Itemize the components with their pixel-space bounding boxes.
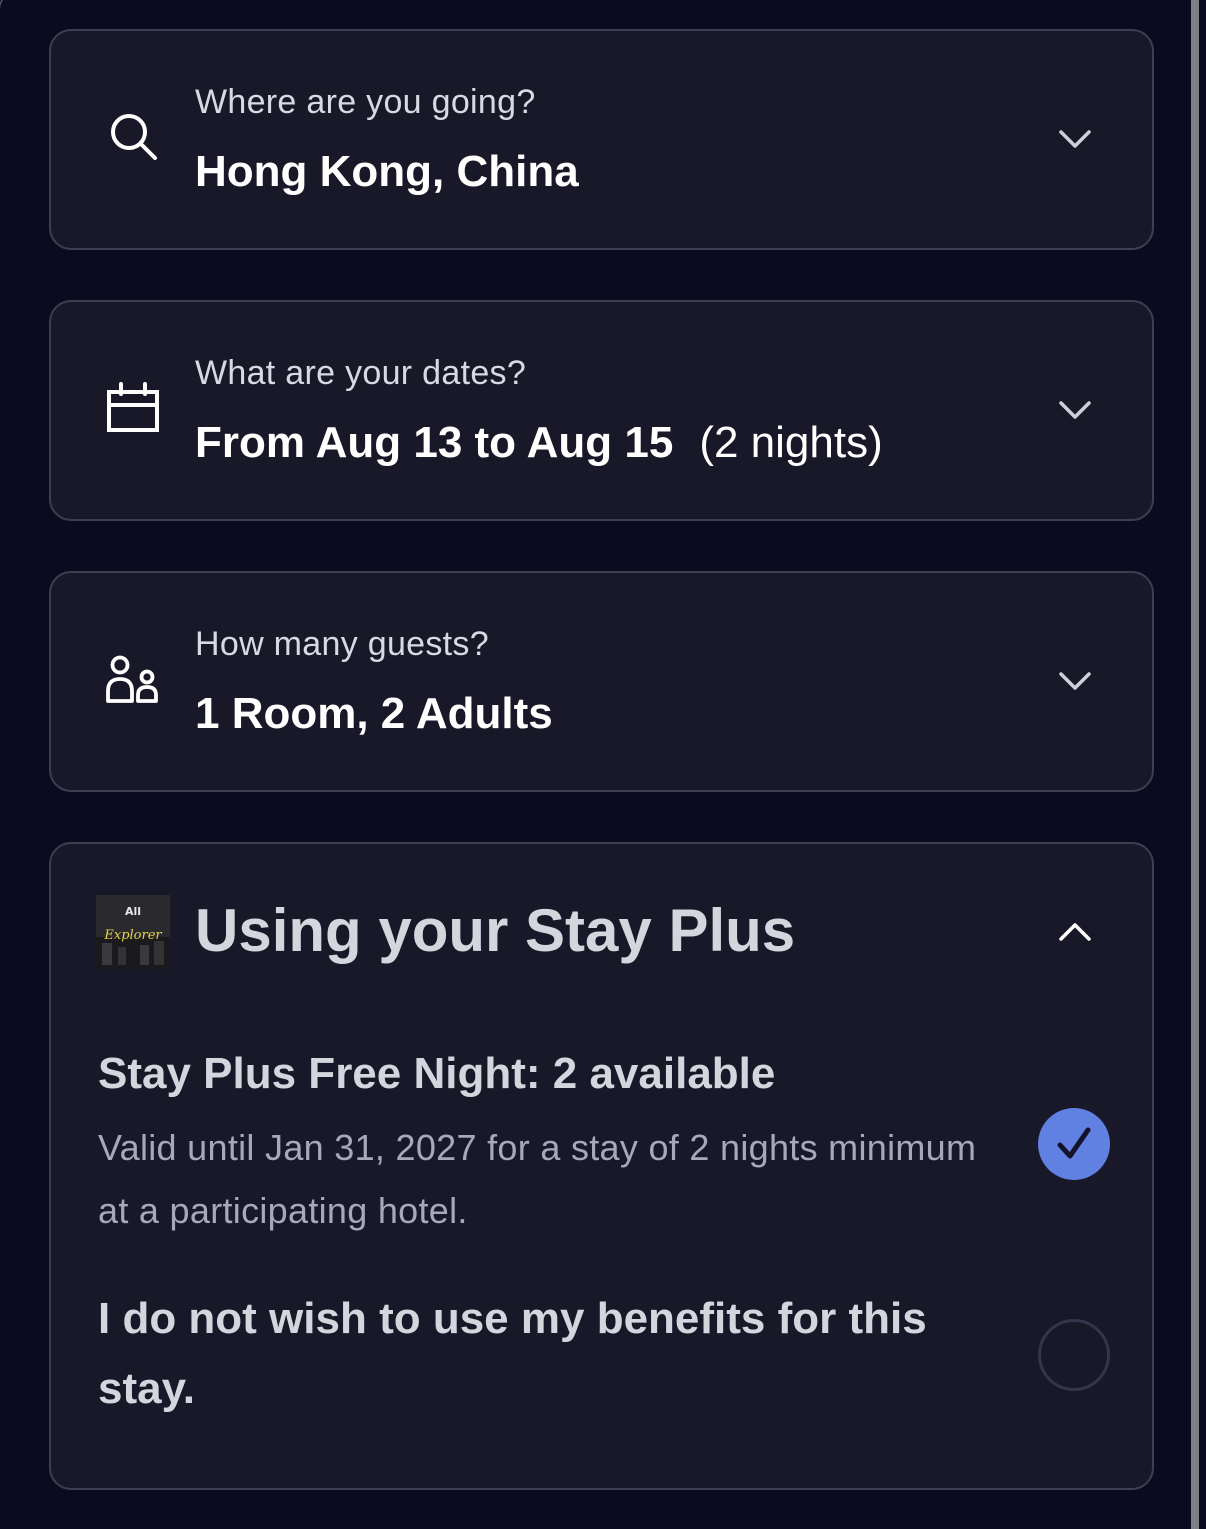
opt-out-label: I do not wish to use my benefits for thi… xyxy=(98,1294,927,1413)
calendar-icon xyxy=(105,380,161,436)
chevron-up-icon[interactable] xyxy=(1055,917,1095,947)
search-icon xyxy=(105,109,161,165)
benefit-radio-selected[interactable] xyxy=(1038,1108,1110,1180)
opt-out-radio[interactable] xyxy=(1038,1319,1110,1391)
dates-range: From Aug 13 to Aug 15 xyxy=(195,418,674,467)
benefit-description: Valid until Jan 31, 2027 for a stay of 2… xyxy=(98,1127,977,1231)
dates-value: From Aug 13 to Aug 15 (2 nights) xyxy=(195,418,883,468)
guests-label: How many guests? xyxy=(195,625,489,663)
guests-icon xyxy=(105,651,161,707)
guests-field[interactable]: How many guests? 1 Room, 2 Adults xyxy=(49,571,1154,792)
dates-field[interactable]: What are your dates? From Aug 13 to Aug … xyxy=(49,300,1154,521)
stay-plus-title: Using your Stay Plus xyxy=(195,897,796,964)
scrollbar-thumb[interactable] xyxy=(1191,0,1199,1529)
all-explorer-logo-icon: All Explorer xyxy=(96,895,170,969)
window-corner xyxy=(0,0,16,34)
logo-text-top: All xyxy=(125,905,141,918)
destination-label: Where are you going? xyxy=(195,83,536,121)
destination-value: Hong Kong, China xyxy=(195,147,579,196)
stay-plus-panel: All Explorer Using your Stay Plus Stay P… xyxy=(49,842,1154,1490)
dates-nights: (2 nights) xyxy=(699,418,883,467)
logo-text-script: Explorer xyxy=(103,928,162,943)
benefit-title: Stay Plus Free Night: 2 available xyxy=(98,1049,776,1098)
chevron-down-icon[interactable] xyxy=(1055,665,1095,695)
dates-label: What are your dates? xyxy=(195,354,527,392)
scrollbar-track[interactable] xyxy=(1186,0,1206,1529)
destination-field[interactable]: Where are you going? Hong Kong, China xyxy=(49,29,1154,250)
chevron-down-icon[interactable] xyxy=(1055,394,1095,424)
guests-value: 1 Room, 2 Adults xyxy=(195,689,553,738)
chevron-down-icon[interactable] xyxy=(1055,123,1095,153)
